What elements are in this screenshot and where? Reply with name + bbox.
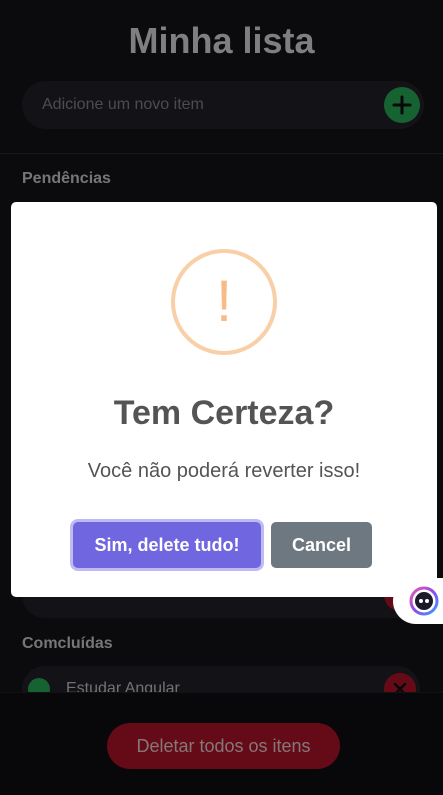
confirm-dialog: ! Tem Certeza? Você não poderá reverter … [11, 202, 437, 597]
confirm-delete-button[interactable]: Sim, delete tudo! [73, 522, 261, 568]
dialog-message: Você não poderá reverter isso! [87, 460, 361, 482]
assistant-face-icon [409, 586, 439, 616]
exclamation-glyph: ! [215, 269, 233, 334]
assistant-widget-button[interactable] [393, 578, 443, 624]
dialog-title: Tem Certeza? [113, 394, 335, 432]
warning-icon: ! [171, 249, 277, 355]
cancel-button[interactable]: Cancel [271, 522, 372, 568]
